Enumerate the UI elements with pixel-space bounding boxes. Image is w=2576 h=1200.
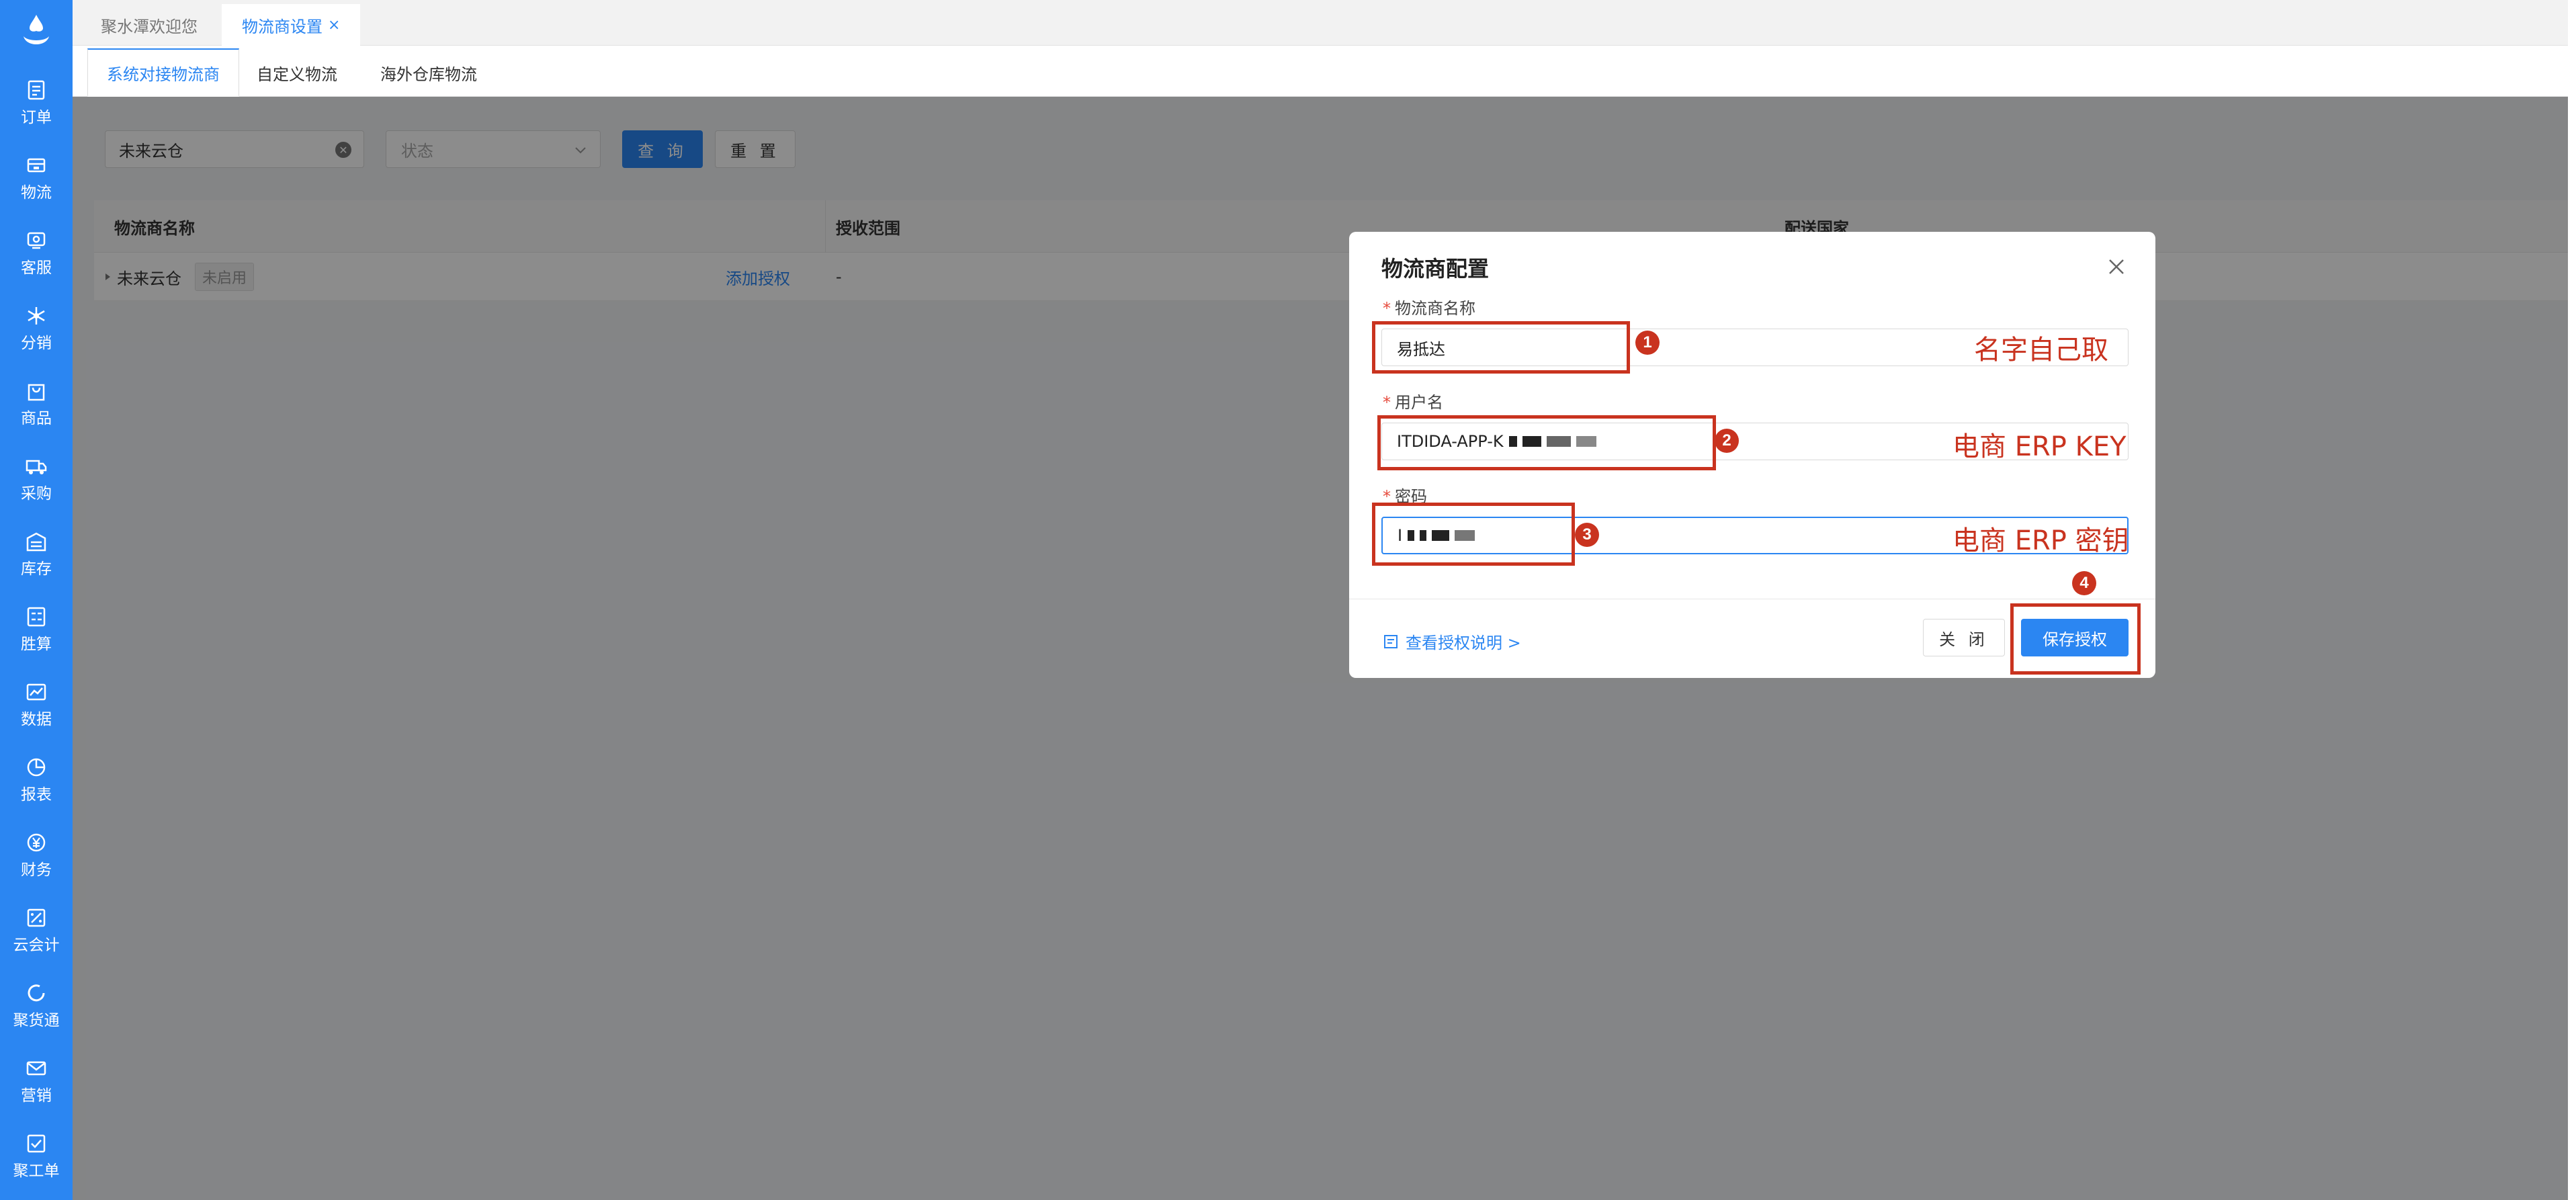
accounting-icon [27, 908, 46, 927]
nav-distribution[interactable]: 分销 [0, 298, 73, 359]
nav-customer-service[interactable]: 客服 [0, 223, 73, 284]
annotation-box-3 [1372, 503, 1575, 566]
ticket-icon [27, 1134, 46, 1153]
app-logo[interactable] [0, 0, 73, 67]
label-text: 物流商名称 [1395, 299, 1475, 318]
shopping-bag-icon [28, 384, 45, 401]
nav-label: 分销 [21, 335, 52, 352]
nav-label: 云会计 [13, 937, 60, 954]
annotation-box-4 [2010, 603, 2141, 675]
annotation-note-1: 名字自己取 [1974, 335, 2108, 366]
sidebar: 订单 物流 客服 分销 商品 采购 库存 胜算 数据 报表 财务 云会计 聚货通… [0, 0, 73, 1200]
subtab-custom-logistics[interactable]: 自定义物流 [238, 48, 356, 97]
help-link-text: 查看授权说明 > [1406, 634, 1521, 652]
customer-service-icon [27, 232, 46, 249]
annotation-number-4: 4 [2072, 571, 2096, 595]
annotation-number-3: 3 [1575, 523, 1599, 547]
tab-label: 物流商设置 [242, 17, 323, 36]
annotation-box-1 [1372, 321, 1630, 374]
carrier-name-label: * 物流商名称 [1383, 295, 1475, 318]
required-mark: * [1383, 299, 1391, 318]
nav-order[interactable]: 订单 [0, 73, 73, 133]
tab-label: 聚水潭欢迎您 [101, 17, 198, 36]
subtab-label: 系统对接物流商 [107, 65, 220, 84]
view-auth-instructions-link[interactable]: 查看授权说明 > [1383, 630, 1521, 653]
nav-calculator[interactable]: 胜算 [0, 599, 73, 660]
nav-label: 聚工单 [13, 1162, 60, 1180]
nav-label: 库存 [21, 560, 52, 578]
warehouse-icon [26, 532, 46, 552]
annotation-note-3: 电商 ERP 密钥 [1952, 525, 2129, 556]
annotation-note-2: 电商 ERP KEY [1952, 431, 2127, 462]
nav-label: 客服 [21, 259, 52, 277]
annotation-box-2 [1377, 415, 1716, 470]
username-label: * 用户名 [1383, 389, 1443, 413]
order-icon [28, 80, 45, 100]
scrollbar[interactable] [2568, 0, 2576, 1200]
nav-label: 营销 [21, 1087, 52, 1105]
subtab-overseas-warehouse[interactable]: 海外仓库物流 [361, 48, 496, 97]
tab-logistics-settings[interactable]: 物流商设置 × [222, 4, 361, 46]
mail-icon [26, 1061, 46, 1076]
sub-tab-bar: 系统对接物流商 自定义物流 海外仓库物流 [73, 46, 2576, 97]
subtab-label: 海外仓库物流 [380, 65, 477, 84]
nav-marketing[interactable]: 营销 [0, 1051, 73, 1111]
nav-purchase[interactable]: 采购 [0, 449, 73, 509]
nav-label: 财务 [21, 861, 52, 879]
close-button[interactable]: 关 闭 [1923, 619, 2005, 656]
nav-logistics[interactable]: 物流 [0, 148, 73, 208]
nav-label: 采购 [21, 485, 52, 503]
line-chart-icon [26, 683, 46, 701]
close-label: 关 闭 [1939, 630, 1989, 649]
annotation-number-2: 2 [1715, 429, 1739, 453]
water-drop-logo-icon [24, 15, 49, 44]
label-text: 用户名 [1395, 393, 1443, 412]
subtab-label: 自定义物流 [257, 65, 337, 84]
nav-label: 订单 [21, 109, 52, 126]
circle-icon [28, 984, 45, 1002]
nav-cloud-accounting[interactable]: 云会计 [0, 900, 73, 961]
close-icon[interactable] [2103, 253, 2130, 280]
modal-mask[interactable] [73, 97, 2576, 1200]
nav-products[interactable]: 商品 [0, 374, 73, 434]
dialog-title: 物流商配置 [1381, 256, 1490, 282]
calculator-icon [27, 607, 46, 627]
nav-reports[interactable]: 报表 [0, 750, 73, 810]
required-mark: * [1383, 393, 1391, 412]
nav-finance[interactable]: 财务 [0, 825, 73, 886]
nav-label: 商品 [21, 410, 52, 427]
nav-label: 数据 [21, 711, 52, 728]
nav-data[interactable]: 数据 [0, 675, 73, 735]
nav-juhuotong[interactable]: 聚货通 [0, 976, 73, 1036]
subtab-system-carriers[interactable]: 系统对接物流商 [87, 48, 239, 97]
tab-welcome[interactable]: 聚水潭欢迎您 [81, 4, 218, 46]
nav-label: 胜算 [21, 636, 52, 653]
pie-chart-icon [27, 758, 46, 777]
truck-icon [26, 460, 47, 474]
nav-work-order[interactable]: 聚工单 [0, 1126, 73, 1187]
nav-label: 物流 [21, 184, 52, 202]
nav-inventory[interactable]: 库存 [0, 524, 73, 585]
annotation-number-1: 1 [1635, 331, 1660, 355]
nav-label: 报表 [21, 786, 52, 804]
distribution-icon [28, 307, 45, 325]
yuan-icon [27, 833, 46, 852]
nav-label: 聚货通 [13, 1012, 60, 1029]
document-icon [1384, 634, 1398, 648]
top-tab-bar: 聚水潭欢迎您 物流商设置 × [73, 0, 2576, 46]
truck-box-icon [27, 158, 46, 173]
tab-close-icon[interactable]: × [328, 17, 340, 34]
